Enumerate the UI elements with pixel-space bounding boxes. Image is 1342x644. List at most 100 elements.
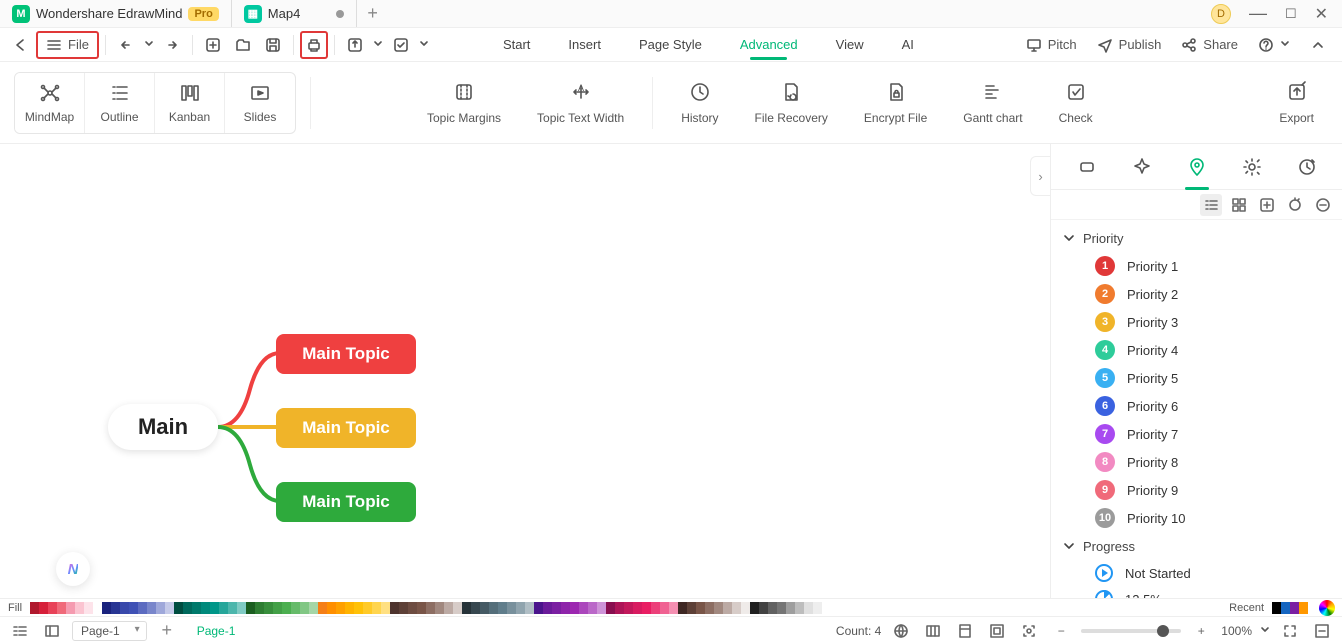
ai-assistant-button[interactable]: N (56, 552, 90, 586)
progress-item-0[interactable]: Not Started (1059, 560, 1334, 586)
add-page-button[interactable]: + (155, 620, 179, 642)
swatch[interactable] (111, 602, 120, 614)
swatch[interactable] (30, 602, 39, 614)
swatch[interactable] (453, 602, 462, 614)
swatch[interactable] (426, 602, 435, 614)
back-button[interactable] (6, 31, 34, 59)
swatch[interactable] (624, 602, 633, 614)
undo-dropdown[interactable] (142, 31, 156, 59)
new-tab-button[interactable]: + (357, 3, 388, 24)
swatch[interactable] (129, 602, 138, 614)
sb-columns-button[interactable] (921, 620, 945, 642)
swatch[interactable] (534, 602, 543, 614)
remove-marker-button[interactable] (1312, 194, 1334, 216)
topic-margins-button[interactable]: Topic Margins (413, 72, 515, 134)
swatch[interactable] (759, 602, 768, 614)
pitch-button[interactable]: Pitch (1026, 37, 1077, 53)
swatch[interactable] (435, 602, 444, 614)
swatch[interactable] (174, 602, 183, 614)
swatch[interactable] (570, 602, 579, 614)
swatch[interactable] (390, 602, 399, 614)
tab-ai[interactable]: AI (900, 29, 916, 60)
zoom-dropdown[interactable] (1260, 623, 1270, 639)
priority-item-5[interactable]: 5Priority 5 (1059, 364, 1334, 392)
swatch[interactable] (696, 602, 705, 614)
swatch[interactable] (300, 602, 309, 614)
priority-item-3[interactable]: 3Priority 3 (1059, 308, 1334, 336)
swatch[interactable] (813, 602, 822, 614)
export-dropdown[interactable] (371, 31, 385, 59)
swatch[interactable] (273, 602, 282, 614)
sb-fit-button[interactable] (985, 620, 1009, 642)
priority-item-2[interactable]: 2Priority 2 (1059, 280, 1334, 308)
swatch[interactable] (39, 602, 48, 614)
swatch[interactable] (291, 602, 300, 614)
swatch[interactable] (606, 602, 615, 614)
swatch[interactable] (318, 602, 327, 614)
history-button[interactable]: History (667, 72, 732, 134)
redo-button[interactable] (158, 31, 186, 59)
publish-button[interactable]: Publish (1097, 37, 1162, 53)
panel-toggle-button[interactable] (40, 620, 64, 642)
panel-tab-ai[interactable] (1122, 147, 1162, 187)
topic-text-width-button[interactable]: ATopic Text Width (523, 72, 638, 134)
swatch[interactable] (678, 602, 687, 614)
recent-swatch[interactable] (1281, 602, 1290, 614)
save-button[interactable] (259, 31, 287, 59)
user-avatar[interactable]: D (1211, 4, 1231, 24)
close-button[interactable]: ✕ (1315, 4, 1328, 24)
check-dropdown[interactable] (417, 31, 431, 59)
canvas[interactable]: Main Main Topic Main Topic Main Topic N (0, 144, 1050, 598)
panel-tab-marker[interactable] (1177, 147, 1217, 187)
swatch[interactable] (768, 602, 777, 614)
swatch[interactable] (525, 602, 534, 614)
swatch[interactable] (219, 602, 228, 614)
swatch[interactable] (543, 602, 552, 614)
swatch[interactable] (723, 602, 732, 614)
fullscreen-button[interactable] (1278, 620, 1302, 642)
swatch[interactable] (327, 602, 336, 614)
swatch[interactable] (480, 602, 489, 614)
recent-swatches[interactable] (1272, 602, 1308, 614)
swatch[interactable] (264, 602, 273, 614)
file-menu[interactable]: File (36, 31, 99, 59)
swatch[interactable] (597, 602, 606, 614)
swatch[interactable] (93, 602, 102, 614)
share-button[interactable]: Share (1181, 37, 1238, 53)
swatch[interactable] (363, 602, 372, 614)
swatch[interactable] (354, 602, 363, 614)
swatch[interactable] (795, 602, 804, 614)
swatch[interactable] (66, 602, 75, 614)
swatch[interactable] (417, 602, 426, 614)
topic-node-2[interactable]: Main Topic (276, 408, 416, 448)
topic-node-1[interactable]: Main Topic (276, 334, 416, 374)
swatch[interactable] (651, 602, 660, 614)
outline-toggle-button[interactable] (8, 620, 32, 642)
swatch[interactable] (660, 602, 669, 614)
swatch[interactable] (408, 602, 417, 614)
open-button[interactable] (229, 31, 257, 59)
swatch[interactable] (183, 602, 192, 614)
print-button[interactable] (300, 31, 328, 59)
swatch[interactable] (237, 602, 246, 614)
swatch[interactable] (246, 602, 255, 614)
priority-item-1[interactable]: 1Priority 1 (1059, 252, 1334, 280)
group-priority[interactable]: Priority (1059, 224, 1334, 252)
panel-tab-topic[interactable] (1067, 147, 1107, 187)
swatch[interactable] (372, 602, 381, 614)
swatch[interactable] (48, 602, 57, 614)
group-progress[interactable]: Progress (1059, 532, 1334, 560)
priority-item-7[interactable]: 7Priority 7 (1059, 420, 1334, 448)
swatch[interactable] (615, 602, 624, 614)
panel-collapse-button[interactable]: › (1030, 156, 1050, 196)
swatch[interactable] (804, 602, 813, 614)
encrypt-file-button[interactable]: Encrypt File (850, 72, 941, 134)
minimize-panels-button[interactable] (1310, 620, 1334, 642)
main-node[interactable]: Main (108, 404, 218, 450)
swatch[interactable] (84, 602, 93, 614)
swatch[interactable] (147, 602, 156, 614)
collapse-ribbon-button[interactable] (1310, 37, 1326, 53)
sb-globe-button[interactable] (889, 620, 913, 642)
swatch[interactable] (282, 602, 291, 614)
swatch[interactable] (444, 602, 453, 614)
